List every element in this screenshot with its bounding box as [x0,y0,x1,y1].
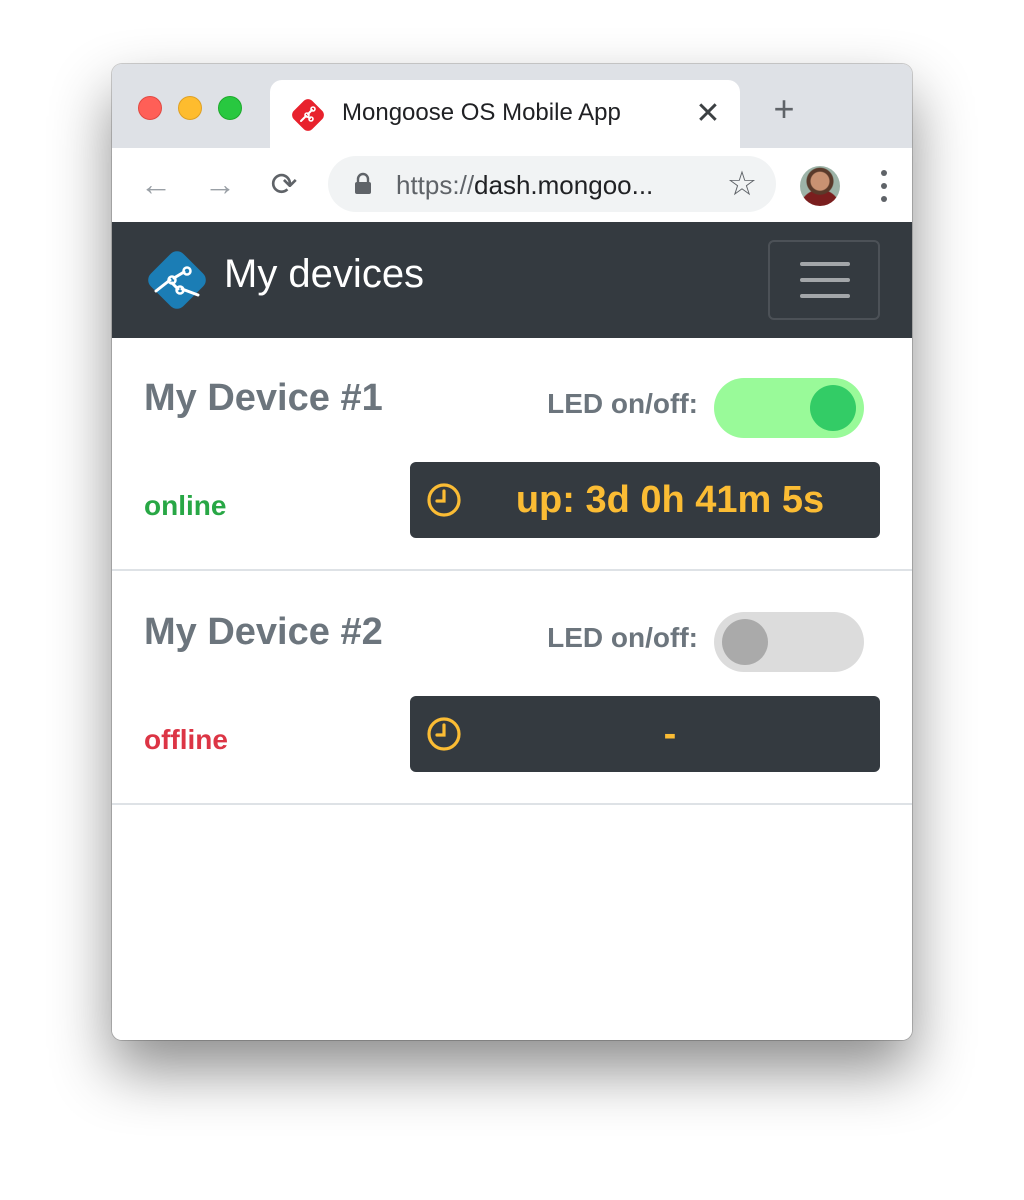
device-name: My Device #1 [144,377,383,419]
url-host: dash.mongoo... [474,170,654,200]
uptime-panel: - [410,696,880,772]
star-icon[interactable]: ☆ [722,164,762,204]
clock-icon [427,483,461,517]
browser-window: Mongoose OS Mobile App ✕ + ← → ⟳ https:/… [112,64,912,1040]
new-tab-button[interactable]: + [766,91,802,128]
toggle-knob [810,385,856,431]
device-status: online [144,490,227,521]
menu-dots-icon[interactable] [872,166,896,206]
mongoose-logo-icon [148,251,206,309]
forward-arrow-icon[interactable]: → [200,164,240,204]
led-label: LED on/off: [547,622,698,653]
led-label: LED on/off: [547,388,698,419]
favicon-icon [292,99,324,131]
tab-title: Mongoose OS Mobile App [342,99,621,126]
browser-tab[interactable]: Mongoose OS Mobile App ✕ [270,80,740,148]
toggle-knob [722,619,768,665]
hamburger-menu-button[interactable] [768,240,880,320]
close-window-button[interactable] [138,96,162,120]
clock-icon [427,717,461,751]
url-scheme: https:// [396,170,475,200]
app-page: My devices My Device #1 online LED on/of… [112,222,912,1040]
device-status: offline [144,724,228,755]
tab-close-icon[interactable]: ✕ [694,96,722,132]
device-name: My Device #2 [144,611,383,653]
led-toggle-switch[interactable] [714,378,864,438]
address-bar[interactable]: https://dash.mongoo... ☆ [328,156,776,212]
app-navbar: My devices [112,222,912,338]
back-arrow-icon[interactable]: ← [136,164,176,204]
led-toggle-switch[interactable] [714,612,864,672]
uptime-text: up: 3d 0h 41m 5s [515,479,825,521]
device-row: My Device #2 offline LED on/off: - [112,572,912,805]
uptime-panel: up: 3d 0h 41m 5s [410,462,880,538]
page-title: My devices [224,252,425,296]
tab-strip: Mongoose OS Mobile App ✕ + [112,64,912,148]
device-row: My Device #1 online LED on/off: up: 3d 0… [112,338,912,571]
browser-toolbar: ← → ⟳ https://dash.mongoo... ☆ [112,148,912,222]
lock-icon [355,172,371,194]
minimize-window-button[interactable] [178,96,202,120]
profile-avatar[interactable] [800,166,840,206]
url-text[interactable]: https://dash.mongoo... [396,170,653,201]
uptime-text: - [663,713,677,755]
maximize-window-button[interactable] [218,96,242,120]
reload-icon[interactable]: ⟳ [264,164,304,204]
